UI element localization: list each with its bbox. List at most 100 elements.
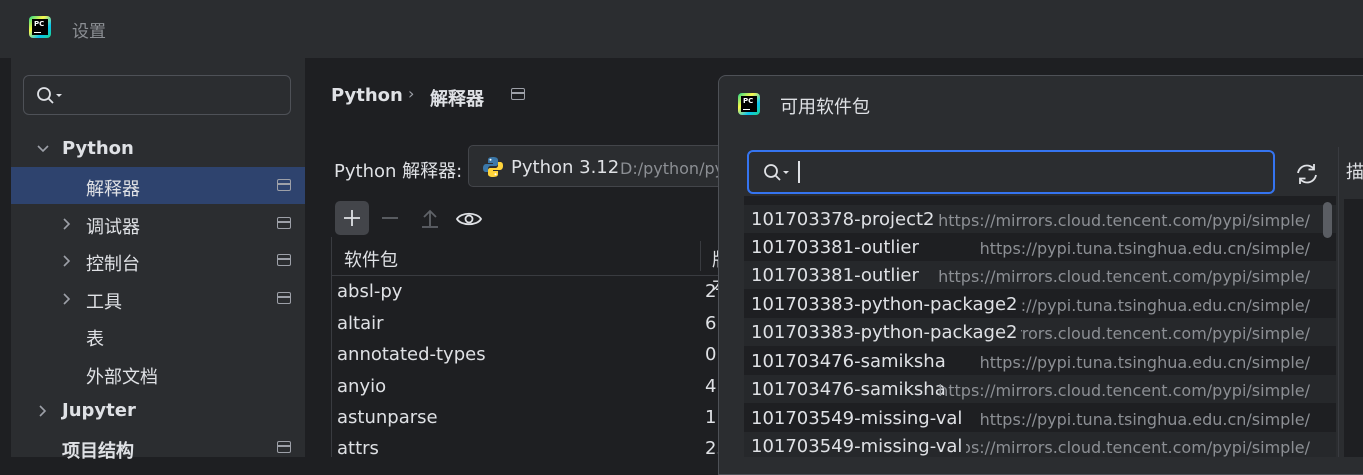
project-scope-icon [277,179,291,191]
table-row[interactable]: attrs 25 [332,433,732,464]
window-title: 设置 [72,22,106,42]
upgrade-arrow-icon [422,209,438,228]
description-panel [1344,199,1363,457]
breadcrumb-root[interactable]: Python [331,85,403,106]
repository-url: https://pypi.tuna.tsinghua.edu.cn/simple… [979,296,1310,315]
package-name: 101703383-python-package2 [751,294,1022,315]
python-logo-icon [483,157,503,177]
sidebar-item-label: 解释器 [86,179,140,200]
packages-toolbar [331,199,731,237]
repository-url: https://mirrors.cloud.tencent.com/pypi/s… [938,438,1310,457]
list-item[interactable]: https://mirrors.cloud.tencent.com/pypi/s… [744,432,1336,457]
show-early-releases-button[interactable] [452,201,486,235]
package-name: altair [337,313,384,334]
chevron-right-icon [63,293,71,305]
package-name: 101703381-outlier [751,265,919,286]
reload-list-button[interactable] [1290,160,1324,188]
list-item[interactable]: 101703549-missing-val https://pypi.tuna.… [744,404,1336,432]
package-name: 101703383-python-package2 [751,322,1022,343]
repository-url: https://mirrors.cloud.tencent.com/pypi/s… [938,211,1310,230]
package-name: astunparse [337,407,438,428]
search-icon [764,164,789,181]
minus-icon [382,217,398,219]
repository-url: https://mirrors.cloud.tencent.com/pypi/s… [938,267,1310,286]
description-label: 描述 [1346,162,1363,183]
sidebar-item-jupyter[interactable]: Jupyter [11,392,305,429]
table-row[interactable]: anyio 4. [332,371,732,402]
table-row[interactable]: annotated-types 0. [332,339,732,370]
panel-splitter[interactable] [1338,147,1339,457]
list-item[interactable]: 101703381-outlier https://mirrors.cloud.… [744,261,1336,289]
column-header-package[interactable]: 软件包 [344,246,398,272]
upgrade-package-button[interactable] [413,201,447,235]
sidebar-item-label: Python [62,138,134,159]
package-name: attrs [337,438,379,459]
project-scope-icon [277,254,291,266]
chevron-down-icon [37,145,49,153]
pycharm-logo-icon: PC [738,93,760,115]
interpreter-name: Python 3.12 [511,157,620,178]
sidebar-item-external-docs[interactable]: 外部文档 [11,355,305,392]
package-name: 101703549-missing-val [751,436,967,457]
plus-icon [344,210,360,226]
project-scope-icon [277,441,291,453]
chevron-right-icon [63,218,71,230]
column-divider[interactable] [700,241,701,271]
uninstall-package-button[interactable] [373,201,407,235]
list-item[interactable]: https://pypi.tuna.tsinghua.edu.cn/simple… [744,290,1336,318]
sidebar-item-label: Jupyter [62,400,136,421]
list-item[interactable]: 101703378-project2 https://mirrors.cloud… [744,205,1336,233]
sidebar-item-debugger[interactable]: 调试器 [11,205,305,242]
sidebar-item-project-structure[interactable]: 项目结构 [11,429,305,466]
list-item[interactable]: 101703381-outlier https://pypi.tuna.tsin… [744,233,1336,261]
list-item[interactable]: 101703476-samiksha https://mirrors.cloud… [744,375,1336,403]
interpreter-path: D:/python/python.exe [620,159,727,178]
eye-icon [455,212,483,226]
breadcrumb-separator: › [408,84,415,103]
sidebar-item-label: 外部文档 [86,367,158,388]
package-name: annotated-types [337,344,486,365]
package-name: 101703549-missing-val [751,408,963,429]
sidebar-item-table[interactable]: 表 [11,317,305,354]
breadcrumb-current: 解释器 [430,89,484,110]
project-scope-icon [277,217,291,229]
refresh-icon [1297,164,1317,184]
sidebar-item-label: 调试器 [86,217,140,238]
sidebar-item-interpreter[interactable]: 解释器 [11,167,305,204]
search-icon [37,87,62,104]
install-package-button[interactable] [335,201,369,235]
package-search-input[interactable] [747,150,1275,194]
settings-search-input[interactable] [23,75,291,115]
sidebar-item-label: 工具 [86,292,122,313]
interpreter-select[interactable]: Python 3.12 D:/python/python.exe [468,145,728,187]
pycharm-logo-icon: PC [29,16,51,38]
chevron-right-icon [63,255,71,267]
list-scrollbar[interactable] [1323,202,1332,238]
table-row[interactable]: astunparse 1. [332,402,732,433]
package-name: absl-py [337,281,403,302]
table-row[interactable]: absl-py 2. [332,276,732,307]
package-name: anyio [337,376,387,397]
list-item[interactable]: 101703476-samiksha https://pypi.tuna.tsi… [744,347,1336,375]
table-header: 软件包 版本 [332,237,732,297]
package-name: 101703476-samiksha [751,351,946,372]
list-item[interactable]: https://mirrors.cloud.tencent.com/pypi/s… [744,318,1336,346]
table-row[interactable]: altair 6. [332,308,732,339]
sidebar-item-python[interactable]: Python [11,130,305,167]
sidebar-item-label: 项目结构 [62,441,134,462]
repository-url: https://mirrors.cloud.tencent.com/pypi/s… [938,381,1310,400]
sidebar-item-label: 表 [86,329,104,350]
available-packages-list: 101703378-project2 https://mirrors.cloud… [744,196,1336,457]
package-name: 101703378-project2 [751,209,935,230]
repository-url: https://pypi.tuna.tsinghua.edu.cn/simple… [979,239,1310,258]
package-name: 101703476-samiksha [751,379,946,400]
sidebar-item-console[interactable]: 控制台 [11,242,305,279]
sidebar-item-label: 控制台 [86,254,140,275]
text-caret [798,161,800,183]
package-name: 101703381-outlier [751,237,919,258]
chevron-right-icon [39,405,47,417]
repository-url: https://pypi.tuna.tsinghua.edu.cn/simple… [979,353,1310,372]
dialog-title: 可用软件包 [780,97,870,118]
sidebar-item-tools[interactable]: 工具 [11,280,305,317]
project-scope-icon [277,292,291,304]
